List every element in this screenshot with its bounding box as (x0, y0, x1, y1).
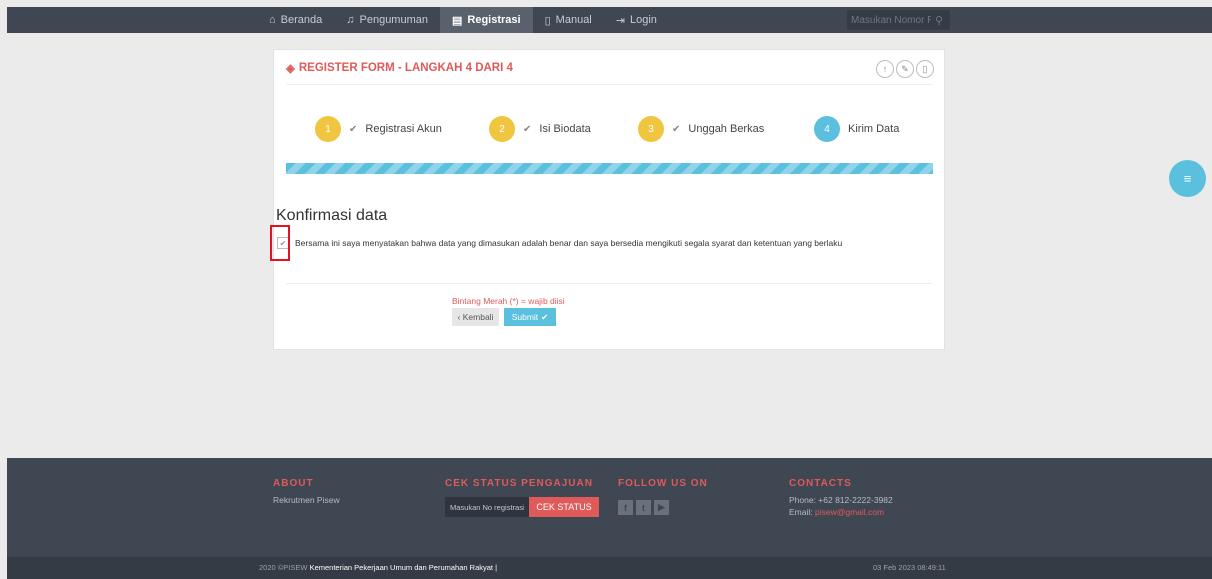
trash-icon[interactable]: ▯ (916, 60, 934, 78)
about-text: Rekrutmen Pisew (273, 495, 340, 505)
card-title: ◈ REGISTER FORM - LANGKAH 4 DARI 4 (286, 61, 513, 75)
step-number: 3 (638, 116, 664, 142)
top-navbar: ⌂ Beranda ♫ Pengumuman ▤ Registrasi ▯ Ma… (7, 7, 1212, 33)
upload-icon[interactable]: ↑ (876, 60, 894, 78)
nav-login[interactable]: ⇥ Login (604, 7, 669, 33)
about-heading: ABOUT (273, 478, 314, 489)
twitter-icon[interactable]: t (636, 500, 651, 515)
confirm-text: Bersama ini saya menyatakan bahwa data y… (295, 238, 843, 248)
bell-icon: ♫ (346, 14, 355, 26)
social-links: f t ▶ (618, 500, 669, 515)
check-icon: ✔ (523, 123, 532, 135)
status-heading: CEK STATUS PENGAJUAN (445, 478, 593, 489)
layers-icon: ◈ (286, 63, 295, 75)
registration-search-input[interactable] (847, 14, 935, 26)
step-1[interactable]: 1 ✔ Registrasi Akun (315, 116, 442, 142)
nav-manual[interactable]: ▯ Manual (533, 7, 604, 33)
search-icon[interactable]: ⚲ (935, 14, 943, 27)
step-label: Isi Biodata (539, 123, 591, 135)
facebook-icon[interactable]: f (618, 500, 633, 515)
submit-label: Submit (511, 312, 539, 322)
step-label: Registrasi Akun (365, 123, 442, 135)
copyright: 2020 ©PISEW Kementerian Pekerjaan Umum d… (259, 563, 497, 572)
main-nav: ⌂ Beranda ♫ Pengumuman ▤ Registrasi ▯ Ma… (257, 7, 669, 33)
wrench-icon[interactable]: ✎ (896, 60, 914, 78)
nav-label: Manual (555, 14, 592, 26)
form-divider (286, 283, 932, 284)
menu-fab[interactable]: ≡ (1169, 160, 1206, 197)
cek-status-button[interactable]: CEK STATUS (529, 497, 599, 517)
step-number: 1 (315, 116, 341, 142)
phone-text: Phone: +62 812-2222-3982 (789, 495, 893, 505)
submit-button[interactable]: Submit ✔ (504, 308, 556, 326)
back-button[interactable]: ‹ Kembali (452, 308, 499, 326)
status-input[interactable] (445, 497, 529, 517)
email-label: Email: (789, 507, 815, 517)
register-icon: ▤ (452, 14, 463, 27)
card-title-text: REGISTER FORM - LANGKAH 4 DARI 4 (298, 62, 513, 74)
card-divider (286, 84, 932, 85)
email-link[interactable]: pisew@gmail.com (815, 507, 884, 517)
card-tools: ↑ ✎ ▯ (876, 60, 934, 78)
home-icon: ⌂ (269, 14, 276, 26)
register-form-card: ◈ REGISTER FORM - LANGKAH 4 DARI 4 ↑ ✎ ▯… (270, 49, 945, 350)
login-icon: ⇥ (615, 14, 625, 27)
nav-beranda[interactable]: ⌂ Beranda (257, 7, 334, 33)
nav-label: Pengumuman (359, 14, 429, 26)
step-label: Kirim Data (848, 123, 900, 135)
wizard-steps: 1 ✔ Registrasi Akun 2 ✔ Isi Biodata 3 ✔ … (274, 116, 944, 146)
check-icon: ✔ (672, 123, 681, 135)
follow-heading: FOLLOW US ON (618, 478, 708, 489)
section-title: Konfirmasi data (276, 207, 388, 224)
datetime: 03 Feb 2023 08:49:11 (873, 563, 946, 572)
copyright-org: Kementerian Pekerjaan Umum dan Perumahan… (309, 563, 498, 572)
step-4[interactable]: 4 Kirim Data (814, 116, 899, 142)
registration-search: ⚲ (847, 10, 950, 30)
step-number: 2 (489, 116, 515, 142)
step-3[interactable]: 3 ✔ Unggah Berkas (638, 116, 764, 142)
nav-label: Registrasi (467, 14, 521, 26)
copyright-prefix: 2020 ©PISEW (259, 563, 310, 572)
document-icon: ▯ (544, 14, 551, 27)
contacts-heading: CONTACTS (789, 478, 852, 489)
nav-pengumuman[interactable]: ♫ Pengumuman (334, 7, 440, 33)
step-number: 4 (814, 116, 840, 142)
nav-label: Beranda (280, 14, 323, 26)
step-label: Unggah Berkas (688, 123, 765, 135)
youtube-icon[interactable]: ▶ (654, 500, 669, 515)
required-note: Bintang Merah (*) = wajib diisi (452, 296, 565, 306)
confirm-row: ✔ Bersama ini saya menyatakan bahwa data… (277, 237, 842, 249)
bottom-bar: 2020 ©PISEW Kementerian Pekerjaan Umum d… (7, 557, 1212, 579)
check-icon: ✔ (541, 311, 549, 322)
menu-icon: ≡ (1183, 171, 1192, 186)
step-2[interactable]: 2 ✔ Isi Biodata (489, 116, 591, 142)
email-line: Email: pisew@gmail.com (789, 506, 884, 518)
footer: ABOUT Rekrutmen Pisew CEK STATUS PENGAJU… (7, 458, 1212, 557)
nav-label: Login (629, 14, 657, 26)
nav-registrasi[interactable]: ▤ Registrasi (440, 7, 533, 33)
highlight-box (270, 225, 290, 261)
check-icon: ✔ (349, 123, 358, 135)
wizard-progress-bar (286, 163, 933, 174)
